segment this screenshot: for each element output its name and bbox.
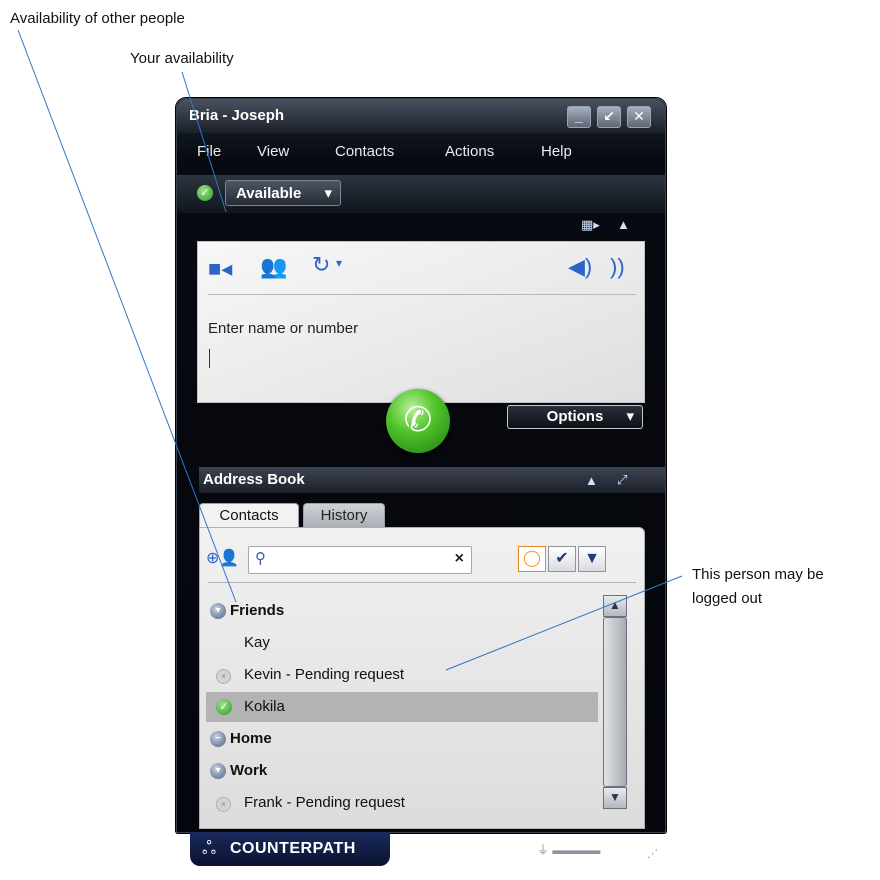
contact-search-box: ⚲ × — [248, 546, 472, 574]
tab-history[interactable]: History — [303, 503, 385, 527]
ring-icon: ◯ — [523, 550, 541, 567]
contact-label: Kokila — [244, 698, 285, 715]
availability-label: Available — [236, 185, 302, 202]
scroll-up-arrow-icon[interactable]: ▲ — [603, 595, 627, 617]
group-row-friends[interactable]: ▾ Friends — [206, 596, 598, 626]
menu-actions[interactable]: Actions — [445, 143, 494, 160]
address-book-title: Address Book — [203, 471, 305, 488]
dial-placeholder-label: Enter name or number — [208, 320, 359, 337]
dialer-panel: ■◂ 👥 ↻ ▾ ◀︎) )) Enter name or number — [197, 241, 645, 403]
annotation-availability-of-others: Availability of other people — [10, 10, 185, 27]
tab-contacts[interactable]: Contacts — [199, 503, 299, 529]
contact-row-kokila[interactable]: ✓ Kokila — [206, 692, 598, 722]
scrollbar-thumb[interactable] — [603, 617, 627, 787]
add-contact-icon[interactable]: ⊕👤 — [206, 548, 239, 568]
contacts-scrollbar[interactable]: ▲ ▼ — [603, 595, 627, 809]
conference-icon[interactable]: 👥 — [260, 254, 287, 280]
close-button[interactable]: ✕ — [627, 106, 651, 128]
chevron-down-icon: ▼ — [584, 550, 600, 567]
group-label: Work — [230, 762, 268, 779]
scroll-down-arrow-icon[interactable]: ▼ — [603, 787, 627, 809]
text-cursor — [209, 349, 210, 368]
contact-label: Frank - Pending request — [244, 794, 405, 811]
redial-dropdown-icon[interactable]: ▾ — [336, 256, 342, 270]
contact-row-kay[interactable]: Kay — [206, 628, 598, 658]
menu-view[interactable]: View — [257, 143, 289, 160]
availability-dropdown[interactable]: Available ▾ — [225, 180, 341, 206]
group-label: Friends — [230, 602, 285, 619]
contacts-divider — [208, 582, 636, 583]
bria-window: Bria - Joseph _ ↙ ✕ File View Contacts A… — [176, 98, 666, 868]
available-status-icon: ✓ — [216, 699, 232, 715]
call-button[interactable]: ✆ — [386, 389, 450, 453]
annotation-logged-out-line2: logged out — [692, 590, 763, 607]
search-icon: ⚲ — [255, 550, 266, 567]
clear-search-icon[interactable]: × — [455, 550, 464, 568]
contact-label: Kevin - Pending request — [244, 666, 405, 683]
group-row-work[interactable]: ▾ Work — [206, 756, 598, 786]
detach-address-book-icon[interactable]: ⤢ — [617, 472, 627, 488]
options-button[interactable]: Options ▾ — [507, 405, 643, 429]
group-row-home[interactable]: − Home — [206, 724, 598, 754]
window-title: Bria - Joseph — [189, 107, 285, 124]
address-book-header: Address Book ▲ ⤢ — [199, 467, 665, 493]
brand-bar: ஃ COUNTERPATH — [190, 832, 390, 866]
counterpath-logo-icon: ஃ — [202, 838, 217, 858]
filter-available-button[interactable]: ✔ — [548, 546, 576, 572]
phone-icon: ✆ — [403, 401, 433, 439]
menu-bar: File View Contacts Actions Help — [177, 135, 665, 165]
contacts-panel: ⊕👤 ⚲ × ◯ ✔ ▼ ▾ Friends Kay × Kevin - Pen… — [199, 527, 645, 829]
check-circle-icon: ✔ — [555, 550, 569, 567]
contact-row-kevin[interactable]: × Kevin - Pending request — [206, 660, 598, 690]
brand-name: COUNTERPATH — [230, 840, 356, 857]
contact-row-frank[interactable]: × Frank - Pending request — [206, 788, 598, 818]
microphone-icon[interactable]: ◀︎) — [568, 254, 592, 280]
collapse-address-book-icon[interactable]: ▲ — [585, 473, 598, 488]
collapse-dialer-icon[interactable]: ▲ — [617, 217, 630, 232]
annotation-logged-out-line1: This person may be — [692, 566, 824, 583]
window-frame: Bria - Joseph _ ↙ ✕ File View Contacts A… — [176, 98, 666, 860]
group-expand-icon: ▾ — [210, 603, 226, 619]
pending-status-icon: × — [216, 669, 231, 684]
group-label: Home — [230, 730, 272, 747]
contact-search-input[interactable] — [277, 550, 451, 572]
minimize-button[interactable]: _ — [567, 106, 591, 128]
speaker-icon[interactable]: )) — [610, 254, 625, 280]
chevron-down-icon: ▾ — [324, 185, 332, 202]
filter-menu-button[interactable]: ▼ — [578, 546, 606, 572]
available-status-icon: ✓ — [197, 185, 213, 201]
options-label: Options — [546, 408, 604, 425]
dial-input[interactable] — [208, 346, 632, 372]
restore-button[interactable]: ↙ — [597, 106, 621, 128]
dialer-divider — [208, 294, 636, 295]
group-expand-icon: ▾ — [210, 763, 226, 779]
filter-online-button[interactable]: ◯ — [518, 546, 546, 572]
pending-status-icon: × — [216, 797, 231, 812]
options-chevron-icon: ▾ — [626, 408, 634, 425]
group-collapsed-icon: − — [210, 731, 226, 747]
redial-icon[interactable]: ↻ — [312, 252, 330, 278]
title-bar[interactable]: Bria - Joseph _ ↙ ✕ — [177, 99, 665, 133]
dialpad-icon[interactable]: ▦▸ — [581, 217, 600, 233]
mic-level-icon: ⏚ ▬▬▬▬ — [537, 843, 601, 857]
menu-contacts[interactable]: Contacts — [335, 143, 394, 160]
contact-label: Kay — [244, 634, 270, 651]
video-call-icon[interactable]: ■◂ — [208, 256, 232, 282]
menu-help[interactable]: Help — [541, 143, 572, 160]
annotation-your-availability: Your availability — [130, 50, 234, 67]
menu-file[interactable]: File — [197, 143, 221, 160]
resize-grip-icon[interactable]: ⋰ — [647, 847, 658, 860]
